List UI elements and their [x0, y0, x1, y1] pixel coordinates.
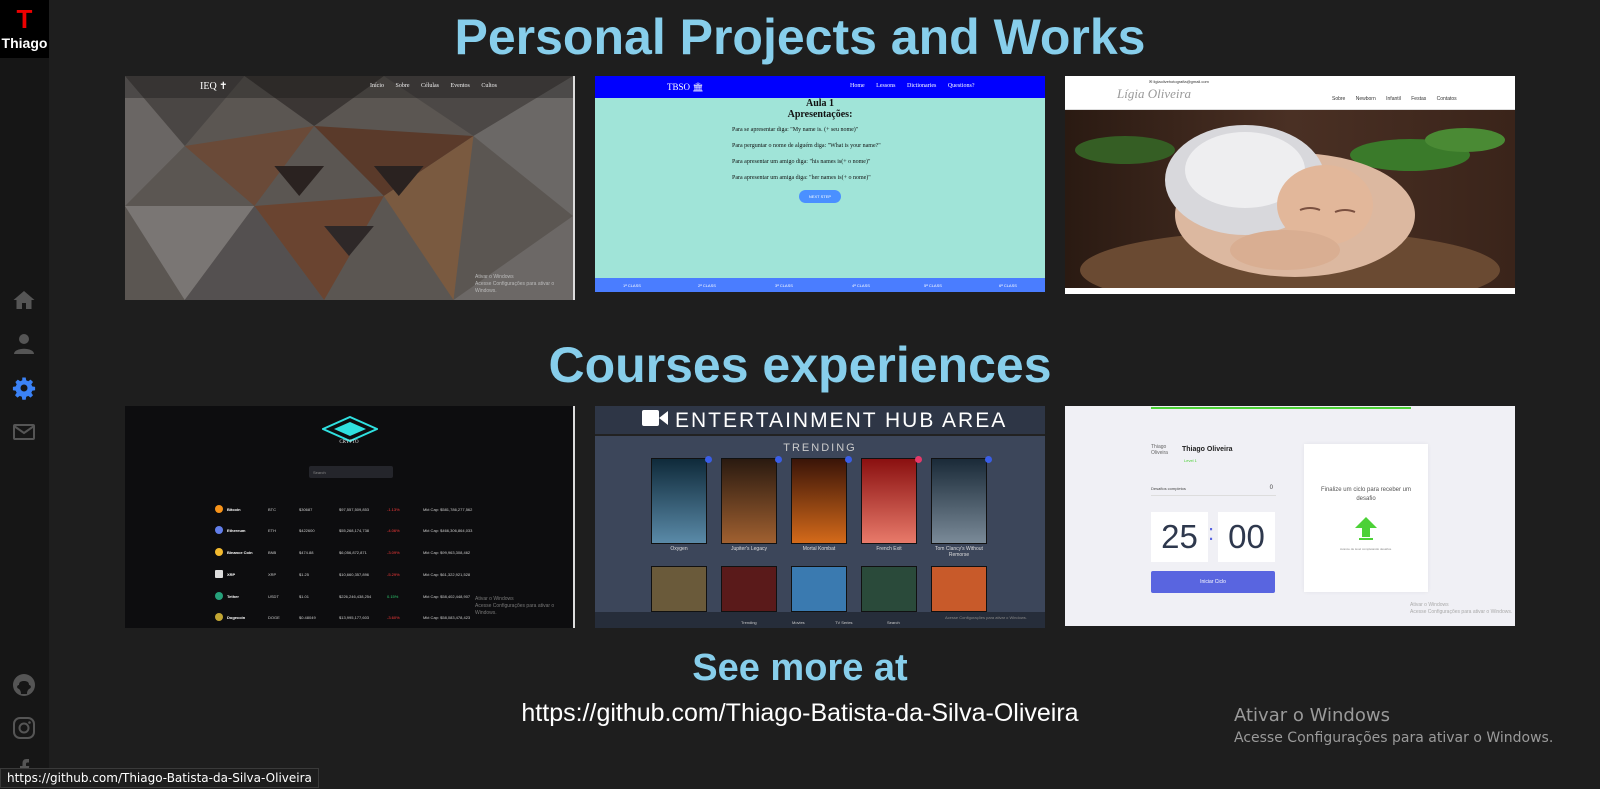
- logo[interactable]: T Thiago: [0, 0, 49, 58]
- start-cycle-button: Iniciar Ciclo: [1151, 571, 1275, 593]
- crypto-row: XRP XRP $1.25 $10,660,357,896 -5.29% Mkt…: [213, 566, 573, 584]
- movie-caption: Tom Clancy's Without Remorse: [935, 546, 983, 558]
- class-footer: 1ª CLASS 2ª CLASS 3ª CLASS 4ª CLASS 5ª C…: [595, 278, 1045, 292]
- timer-colon: :: [1208, 520, 1215, 545]
- gear-icon[interactable]: [12, 376, 36, 400]
- crypto-brand: CRYPTO: [339, 440, 359, 445]
- challenges-completed: Desafios completos 0: [1151, 485, 1276, 496]
- coin-icon: [215, 570, 223, 578]
- site-nav-links: Início Sobre Células Eventos Cultos: [370, 83, 497, 89]
- movie-poster: [931, 458, 987, 544]
- site-brand: TBSO 🏛: [667, 82, 704, 92]
- sidebar: T Thiago: [0, 0, 49, 789]
- crypto-row: Bitcoin BTC $30687 $97,557,509,853 -1.13…: [213, 501, 573, 519]
- movie-poster: [651, 566, 707, 612]
- xp-bar: [1151, 407, 1411, 409]
- project-card-photography[interactable]: ✉ ligiaolivehotografia@gmail.com Lígia O…: [1065, 76, 1515, 294]
- rating-badge: [775, 456, 782, 463]
- movie-poster: [651, 458, 707, 544]
- logo-name: Thiago: [1, 35, 48, 51]
- site-navbar: TBSO 🏛 Home Lessons Dictionaries Questio…: [595, 76, 1045, 98]
- crypto-row: Ethereum ETH $422600 $55,268,174,738 -4.…: [213, 522, 573, 540]
- user-icon[interactable]: [12, 332, 36, 356]
- movie-caption: Mortal Kombat: [802, 546, 836, 552]
- movie-poster: [861, 566, 917, 612]
- newborn-photo: [1065, 110, 1515, 288]
- next-step-button: NEXT STEP: [799, 190, 841, 203]
- coin-icon: [215, 592, 223, 600]
- movie-caption: Jupiter's Legacy: [731, 546, 767, 552]
- site-header: ✉ ligiaolivehotografia@gmail.com Lígia O…: [1065, 76, 1515, 110]
- photo-footer: [1065, 288, 1515, 294]
- trending-label: TRENDING: [783, 442, 857, 454]
- movie-poster: [791, 566, 847, 612]
- challenge-message: Finalize um ciclo para receber um desafi…: [1320, 487, 1412, 502]
- browser-status-bar: https://github.com/Thiago-Batista-da-Sil…: [0, 768, 319, 788]
- lesson-line: Para apresentar um amiga diga: "her name…: [732, 175, 871, 181]
- card-watermark: Ativar o Windows Acesse Configurações pa…: [1410, 602, 1513, 615]
- movie-caption: Oxygen: [670, 546, 688, 552]
- github-icon[interactable]: [12, 673, 36, 697]
- crypto-search-input: Search: [309, 466, 393, 478]
- movie-caption: French Exit: [876, 546, 902, 552]
- home-icon[interactable]: [12, 288, 36, 312]
- rating-badge: [915, 456, 922, 463]
- challenge-panel: Finalize um ciclo para receber um desafi…: [1304, 444, 1428, 592]
- lesson-line: Para apresentar um amigo diga: "his name…: [732, 159, 871, 165]
- movie-poster: [721, 458, 777, 544]
- user-name: Thiago Oliveira: [1182, 446, 1233, 453]
- coin-icon: [215, 505, 223, 513]
- rating-badge: [845, 456, 852, 463]
- windows-activation-subtitle: Acesse Configurações para ativar o Windo…: [1234, 730, 1554, 746]
- app-title: ENTERTAINMENT HUB AREA: [675, 409, 1008, 432]
- project-card-ieq[interactable]: IEQ ✝ Início Sobre Células Eventos Culto…: [125, 76, 575, 300]
- mail-icon[interactable]: [12, 420, 36, 444]
- lesson-line: Para se apresentar diga: "My name is. (+…: [732, 127, 859, 133]
- instagram-icon[interactable]: [12, 716, 36, 740]
- movie-poster: [931, 566, 987, 612]
- site-nav-links: Home Lessons Dictionaries Questions?: [850, 83, 975, 89]
- lesson-heading: Aula 1 Apresentações:: [787, 98, 853, 120]
- logo-letter: T: [16, 4, 33, 34]
- timer-seconds: 00: [1218, 512, 1275, 562]
- card-watermark: Ativar o Windows Acesse Configurações pa…: [475, 274, 555, 294]
- app-header: ENTERTAINMENT HUB AREA: [595, 406, 1045, 436]
- card-watermark: Ativar o Windows Acesse Configurações pa…: [475, 596, 555, 616]
- rating-badge: [705, 456, 712, 463]
- see-more-title: See more at: [692, 647, 908, 689]
- courses-title: Courses experiences: [548, 337, 1052, 393]
- crypto-row: Binance Coin BNB $474.88 $6,056,872,871 …: [213, 544, 573, 562]
- site-email: ✉ ligiaolivehotografia@gmail.com: [1149, 79, 1209, 84]
- site-brand: IEQ ✝: [200, 81, 228, 92]
- crypto-logo-icon: [322, 416, 378, 442]
- bottom-navigation: Trending Movies TV Series Search Acesse …: [595, 612, 1045, 628]
- course-card-entertainment[interactable]: ENTERTAINMENT HUB AREA TRENDING Oxygen J…: [595, 406, 1045, 628]
- coin-icon: [215, 526, 223, 534]
- windows-activation-title: Ativar o Windows: [1234, 705, 1390, 726]
- course-card-crypto[interactable]: CRYPTO Search Bitcoin BTC $30687 $97,557…: [125, 406, 575, 628]
- coin-icon: [215, 613, 223, 621]
- project-card-tbso[interactable]: TBSO 🏛 Home Lessons Dictionaries Questio…: [595, 76, 1045, 292]
- rating-badge: [985, 456, 992, 463]
- lion-artwork: [125, 76, 573, 300]
- user-level: Level 1: [1184, 458, 1197, 463]
- projects-title: Personal Projects and Works: [454, 9, 1146, 65]
- site-navbar: IEQ ✝ Início Sobre Células Eventos Culto…: [125, 76, 573, 98]
- lesson-line: Para perguntar o nome de alguém diga: "W…: [732, 143, 881, 149]
- timer-minutes: 25: [1151, 512, 1208, 562]
- site-nav-links: Sobre Newborn Infantil Festas Contatos: [1332, 96, 1457, 102]
- video-camera-icon: [642, 410, 668, 426]
- avatar: Thiago Oliveira: [1151, 444, 1168, 456]
- coin-icon: [215, 548, 223, 556]
- challenge-hint: Avance de level completando desafios.: [1340, 547, 1392, 551]
- course-card-timer[interactable]: Thiago Oliveira Thiago Oliveira Level 1 …: [1065, 406, 1515, 626]
- movie-poster: [721, 566, 777, 612]
- movie-poster: [861, 458, 917, 544]
- site-script-logo: Lígia Oliveira: [1117, 86, 1192, 101]
- movie-poster: [791, 458, 847, 544]
- level-up-arrow-icon: [1355, 517, 1377, 540]
